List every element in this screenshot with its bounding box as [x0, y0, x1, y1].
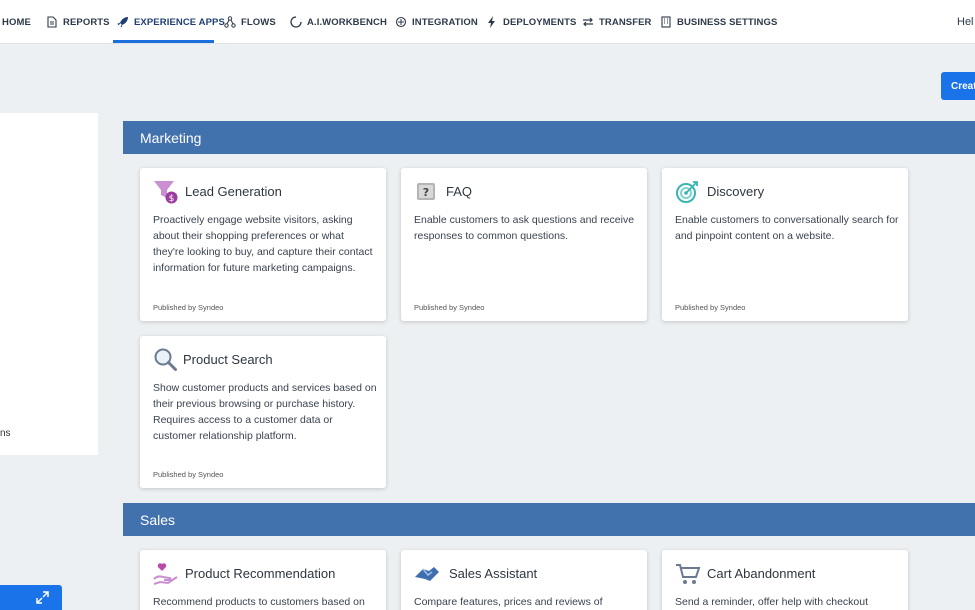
app-card-product-search[interactable]: Product Search Show customer products an… [140, 336, 386, 488]
transfer-icon [582, 16, 594, 28]
card-title: Product Recommendation [185, 566, 336, 581]
nav-ai-workbench-label: A.I.WORKBENCH [307, 16, 387, 28]
nav-flows[interactable]: FLOWS [224, 0, 276, 44]
question-box-icon: ? [414, 179, 440, 205]
funnel-dollar-icon: $ [153, 179, 179, 205]
circle-icon [290, 16, 302, 28]
nav-transfer[interactable]: TRANSFER [582, 0, 652, 44]
bolt-icon [486, 16, 498, 28]
handshake-icon [414, 561, 440, 587]
flow-icon [224, 16, 236, 28]
nav-ai-workbench[interactable]: A.I.WORKBENCH [290, 0, 387, 44]
nav-reports-label: REPORTS [63, 16, 110, 28]
app-card-lead-generation[interactable]: $ Lead Generation Proactively engage web… [140, 168, 386, 321]
rocket-icon [117, 16, 129, 28]
card-publisher: Published by Syndeo [153, 470, 224, 479]
card-description: Compare features, prices and reviews of [414, 596, 603, 608]
card-description: Enable customers to conversationally sea… [675, 214, 899, 242]
nav-deployments[interactable]: DEPLOYMENTS [486, 0, 576, 44]
card-publisher: Published by Syndeo [153, 303, 224, 312]
building-icon [660, 16, 672, 28]
cart-icon [675, 561, 701, 587]
nav-home[interactable]: HOME [2, 0, 31, 44]
magnifier-icon [153, 347, 179, 373]
nav-deployments-label: DEPLOYMENTS [503, 16, 577, 28]
app-card-sales-assistant[interactable]: Sales Assistant Compare features, prices… [401, 550, 647, 610]
expand-icon[interactable] [36, 591, 49, 604]
card-description: Enable customers to ask questions and re… [414, 214, 635, 242]
card-title: Lead Generation [185, 184, 282, 199]
card-description: Recommend products to customers based on [153, 596, 365, 608]
expand-panel-button[interactable] [0, 585, 62, 610]
nav-home-label: HOME [2, 16, 31, 28]
card-title: Product Search [183, 352, 273, 367]
nav-transfer-label: TRANSFER [599, 16, 652, 28]
left-panel-item[interactable]: ns [0, 428, 11, 439]
app-card-product-recommendation[interactable]: Product Recommendation Recommend product… [140, 550, 386, 610]
nav-business-settings-label: BUSINESS SETTINGS [677, 16, 778, 28]
create-button[interactable]: Creat [941, 72, 975, 100]
top-navigation: HOME REPORTS EXPERIENCE APPS FLOWS A.I.W… [0, 0, 975, 44]
card-title: Discovery [707, 184, 765, 199]
card-title: FAQ [446, 184, 473, 199]
nav-reports[interactable]: REPORTS [46, 0, 110, 44]
target-icon [675, 179, 701, 205]
card-publisher: Published by Syndeo [414, 303, 485, 312]
nav-integration[interactable]: INTEGRATION [395, 0, 478, 44]
app-card-cart-abandonment[interactable]: Cart Abandonment Send a reminder, offer … [662, 550, 908, 610]
svg-text:$: $ [169, 194, 175, 204]
nav-experience-apps-label: EXPERIENCE APPS [134, 16, 225, 28]
section-marketing: Marketing [123, 121, 975, 154]
nav-integration-label: INTEGRATION [412, 16, 478, 28]
card-title: Cart Abandonment [707, 566, 816, 581]
card-description: Send a reminder, offer help with checkou… [675, 596, 869, 608]
svg-text:?: ? [423, 186, 429, 199]
nav-flows-label: FLOWS [241, 16, 276, 28]
user-greeting[interactable]: Hel [957, 0, 974, 44]
document-icon [46, 16, 58, 28]
card-description: Show customer products and services base… [153, 382, 377, 442]
left-filter-panel [0, 113, 98, 455]
card-publisher: Published by Syndeo [675, 303, 746, 312]
nav-experience-apps[interactable]: EXPERIENCE APPS [117, 0, 225, 44]
card-description: Proactively engage website visitors, ask… [153, 214, 373, 274]
app-card-discovery[interactable]: Discovery Enable customers to conversati… [662, 168, 908, 321]
card-title: Sales Assistant [449, 566, 538, 581]
integration-icon [395, 16, 407, 28]
app-card-faq[interactable]: ? FAQ Enable customers to ask questions … [401, 168, 647, 321]
hand-heart-icon [153, 561, 179, 587]
section-sales: Sales [123, 503, 975, 536]
nav-business-settings[interactable]: BUSINESS SETTINGS [660, 0, 777, 44]
active-tab-indicator [113, 40, 214, 43]
